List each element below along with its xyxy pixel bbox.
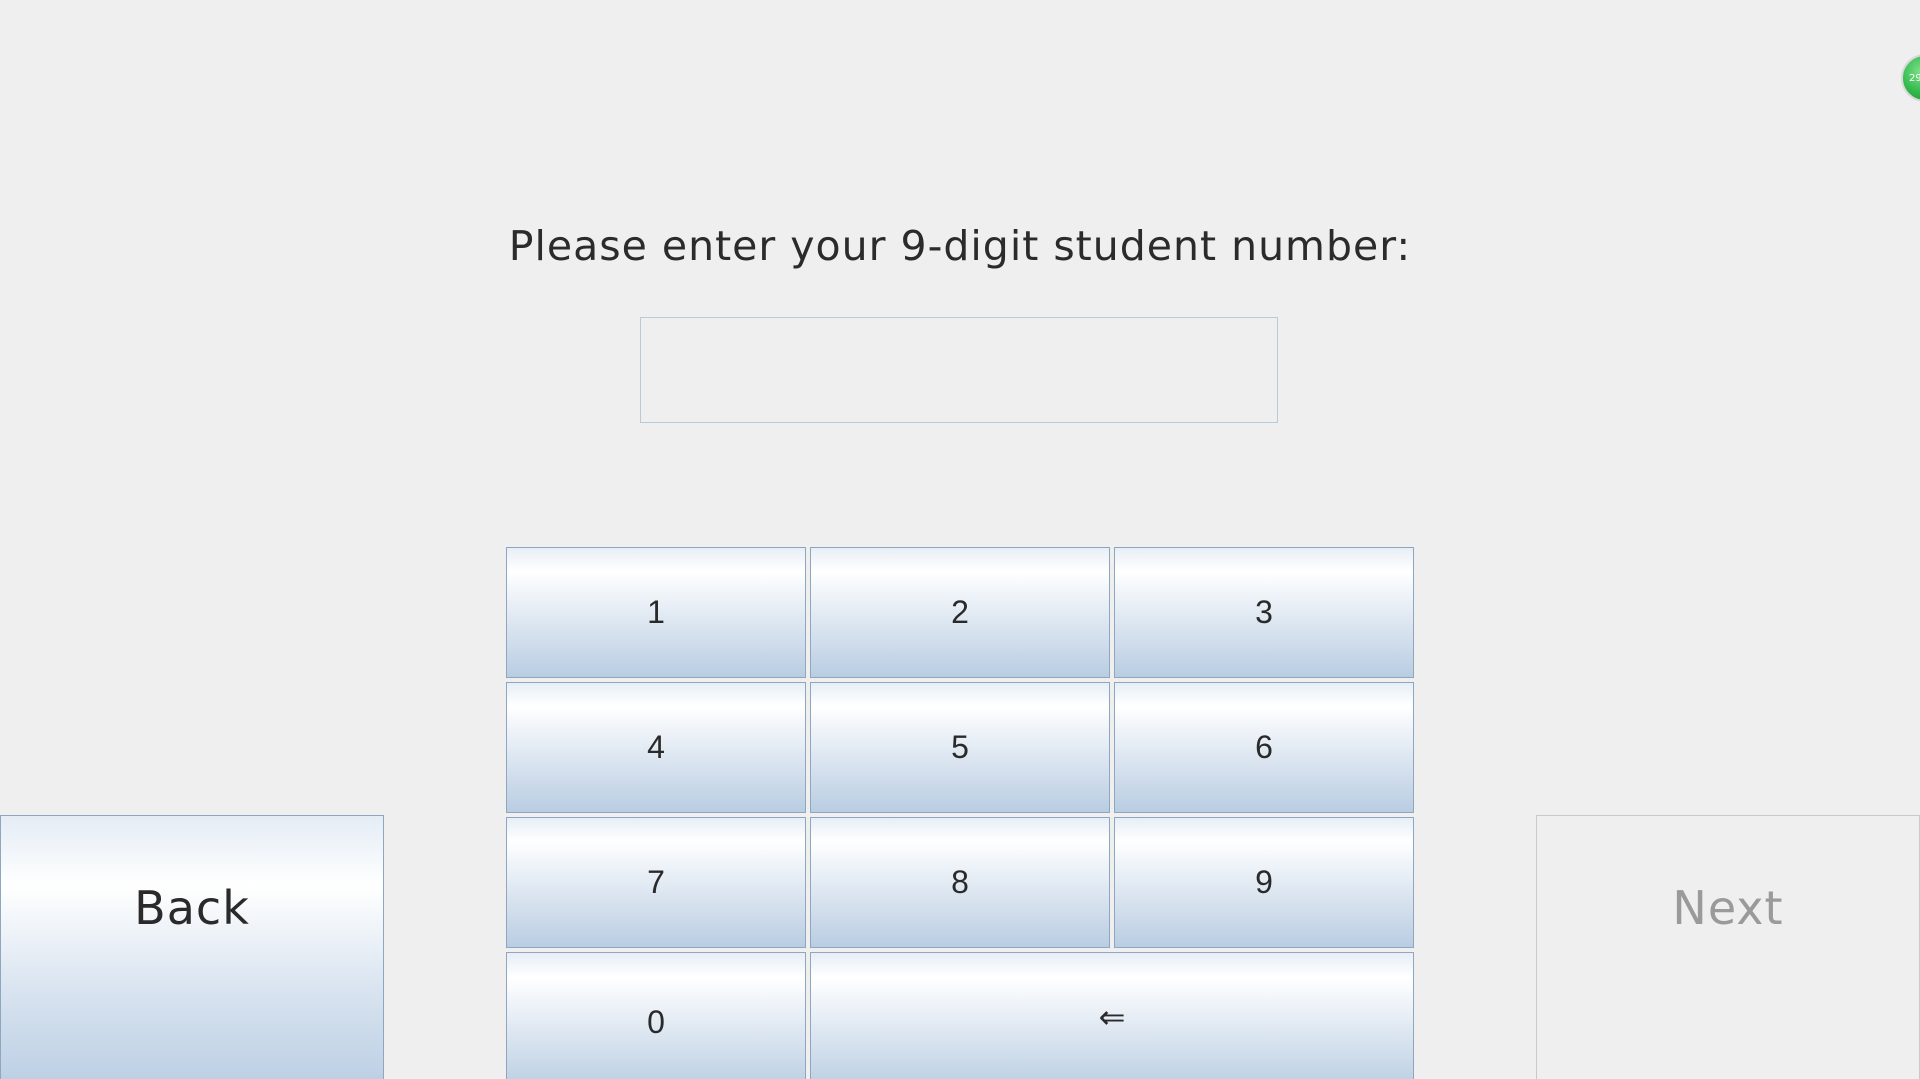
back-button[interactable]: Back	[0, 815, 384, 1079]
page-title: Please enter your 9-digit student number…	[508, 222, 1412, 270]
status-badge-text: 29	[1909, 72, 1920, 84]
status-indicator-icon[interactable]: 29	[1901, 54, 1920, 102]
next-button-label: Next	[1672, 881, 1784, 935]
back-button-label: Back	[134, 881, 250, 935]
backspace-arrow-icon: ⇐	[1098, 999, 1126, 1035]
backspace-button[interactable]: ⇐	[810, 952, 1414, 1079]
keypad-8-button[interactable]: 8	[810, 817, 1110, 948]
keypad-1-button[interactable]: 1	[506, 547, 806, 678]
keypad-3-button[interactable]: 3	[1114, 547, 1414, 678]
keypad-4-button[interactable]: 4	[506, 682, 806, 813]
keypad-9-button[interactable]: 9	[1114, 817, 1414, 948]
student-number-field[interactable]	[640, 317, 1278, 423]
keypad-5-button[interactable]: 5	[810, 682, 1110, 813]
keypad-7-button[interactable]: 7	[506, 817, 806, 948]
keypad-0-button[interactable]: 0	[506, 952, 806, 1079]
keypad-2-button[interactable]: 2	[810, 547, 1110, 678]
keypad-6-button[interactable]: 6	[1114, 682, 1414, 813]
student-number-entry-screen: 29 Please enter your 9-digit student num…	[0, 0, 1920, 1079]
next-button[interactable]: Next	[1536, 815, 1920, 1079]
